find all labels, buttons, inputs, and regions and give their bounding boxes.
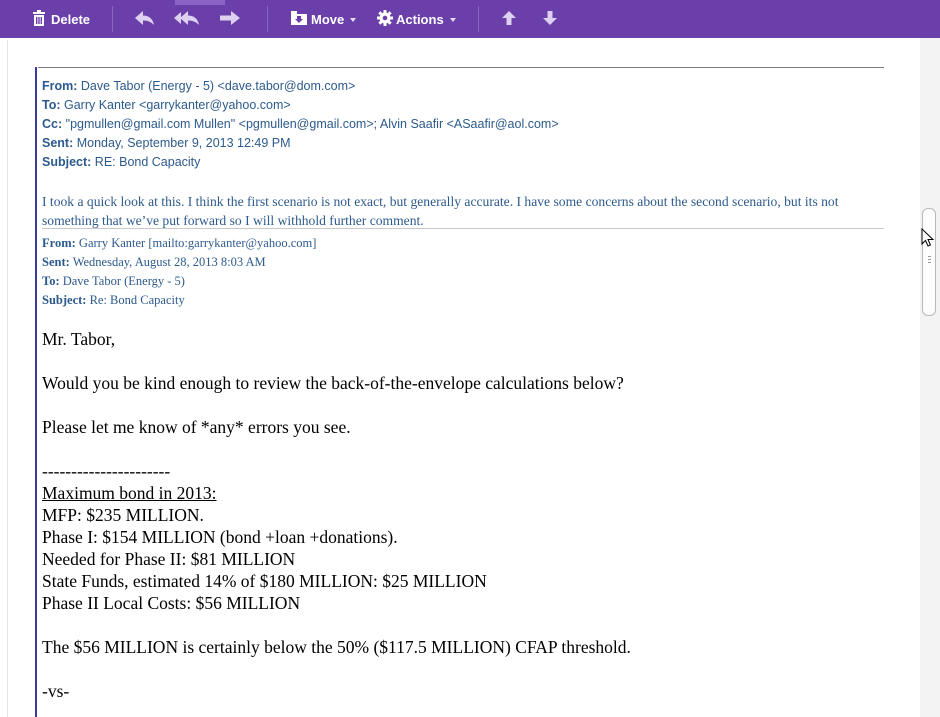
move-button[interactable]: Move xyxy=(291,8,357,30)
quoted-divider xyxy=(42,228,884,229)
sent-label: Sent: xyxy=(42,255,70,269)
original-subject-line: Subject: Re: Bond Capacity xyxy=(42,293,185,308)
subject-label: Subject: xyxy=(42,293,87,307)
message-toolbar: Delete Move Actions xyxy=(0,0,940,38)
threshold-line: The $56 MILLION is certainly below the 5… xyxy=(42,637,631,657)
reply-sent-line: Sent: Monday, September 9, 2013 12:49 PM xyxy=(42,136,291,150)
toolbar-divider xyxy=(478,6,479,32)
original-subject: Re: Bond Capacity xyxy=(89,293,185,307)
original-sent: Wednesday, August 28, 2013 8:03 AM xyxy=(72,255,266,269)
cc-label: Cc: xyxy=(42,117,63,131)
chevron-down-icon xyxy=(350,18,357,22)
reply-subject-line: Subject: RE: Bond Capacity xyxy=(42,155,200,169)
toolbar-tab-notch xyxy=(175,0,225,5)
next-message-button[interactable] xyxy=(542,8,558,30)
from-label: From: xyxy=(42,236,76,250)
original-to[interactable]: Dave Tabor (Energy - 5) xyxy=(63,274,185,288)
calc-heading: Maximum bond in 2013: xyxy=(42,483,217,503)
vs-line: -vs- xyxy=(42,681,70,701)
reply-from-line: From: Dave Tabor (Energy - 5) <dave.tabo… xyxy=(42,79,355,93)
reply-to-line: To: Garry Kanter <garrykanter@yahoo.com> xyxy=(42,98,291,112)
subject-label: Subject: xyxy=(42,155,92,169)
toolbar-divider xyxy=(267,6,268,32)
delete-button[interactable]: Delete xyxy=(32,8,90,30)
reply-body: I took a quick look at this. I think the… xyxy=(42,194,839,228)
reply-cc[interactable]: "pgmullen@gmail.com Mullen" <pgmullen@gm… xyxy=(66,117,559,131)
from-label: From: xyxy=(42,79,78,93)
errors-line: Please let me know of *any* errors you s… xyxy=(42,417,351,437)
vertical-scrollbar[interactable] xyxy=(920,38,940,717)
quote-bar xyxy=(35,67,37,717)
calc-line-state: State Funds, estimated 14% of $180 MILLI… xyxy=(42,571,487,591)
original-from[interactable]: Garry Kanter [mailto:garrykanter@yahoo.c… xyxy=(79,236,316,250)
move-label: Move xyxy=(311,11,345,27)
move-icon xyxy=(291,10,307,28)
calc-line-needed: Needed for Phase II: $81 MILLION xyxy=(42,549,296,569)
request-line: Would you be kind enough to review the b… xyxy=(42,373,624,393)
chevron-down-icon xyxy=(449,18,456,22)
actions-label: Actions xyxy=(396,11,444,27)
scrollbar-grip xyxy=(928,259,931,260)
reply-to[interactable]: Garry Kanter <garrykanter@yahoo.com> xyxy=(64,98,291,112)
scrollbar-grip xyxy=(928,256,931,257)
dash-separator: ---------------------- xyxy=(42,461,171,481)
gear-icon xyxy=(377,9,393,29)
toolbar-divider xyxy=(112,6,113,32)
calc-line-local: Phase II Local Costs: $56 MILLION xyxy=(42,593,301,613)
reply-from[interactable]: Dave Tabor (Energy - 5) <dave.tabor@dom.… xyxy=(81,79,355,93)
previous-message-button[interactable] xyxy=(501,8,517,30)
sent-label: Sent: xyxy=(42,136,74,150)
arrow-down-icon xyxy=(542,10,558,29)
reply-all-icon xyxy=(173,9,201,30)
original-from-line: From: Garry Kanter [mailto:garrykanter@y… xyxy=(42,236,316,251)
reply-cc-line: Cc: "pgmullen@gmail.com Mullen" <pgmulle… xyxy=(42,117,559,131)
forward-icon xyxy=(219,9,241,30)
message-divider xyxy=(38,67,884,68)
reply-button[interactable] xyxy=(134,8,156,30)
delete-label: Delete xyxy=(51,11,91,27)
original-to-line: To: Dave Tabor (Energy - 5) xyxy=(42,274,185,289)
scrollbar-grip xyxy=(928,262,931,263)
reply-subject: RE: Bond Capacity xyxy=(94,155,201,169)
reply-all-button[interactable] xyxy=(173,8,201,30)
arrow-up-icon xyxy=(501,10,517,29)
to-label: To: xyxy=(42,274,60,288)
pane-left-edge xyxy=(0,40,8,717)
calc-line-phase1: Phase I: $154 MILLION (bond +loan +donat… xyxy=(42,527,398,547)
to-label: To: xyxy=(42,98,61,112)
trash-icon xyxy=(32,9,46,29)
calc-line-mfp: MFP: $235 MILLION. xyxy=(42,505,204,525)
actions-button[interactable]: Actions xyxy=(377,8,456,30)
greeting-line: Mr. Tabor, xyxy=(42,329,116,349)
reply-icon xyxy=(134,9,156,30)
forward-button[interactable] xyxy=(219,8,241,30)
reply-sent: Monday, September 9, 2013 12:49 PM xyxy=(76,136,291,150)
mouse-pointer-icon xyxy=(921,227,935,253)
original-sent-line: Sent: Wednesday, August 28, 2013 8:03 AM xyxy=(42,255,266,270)
